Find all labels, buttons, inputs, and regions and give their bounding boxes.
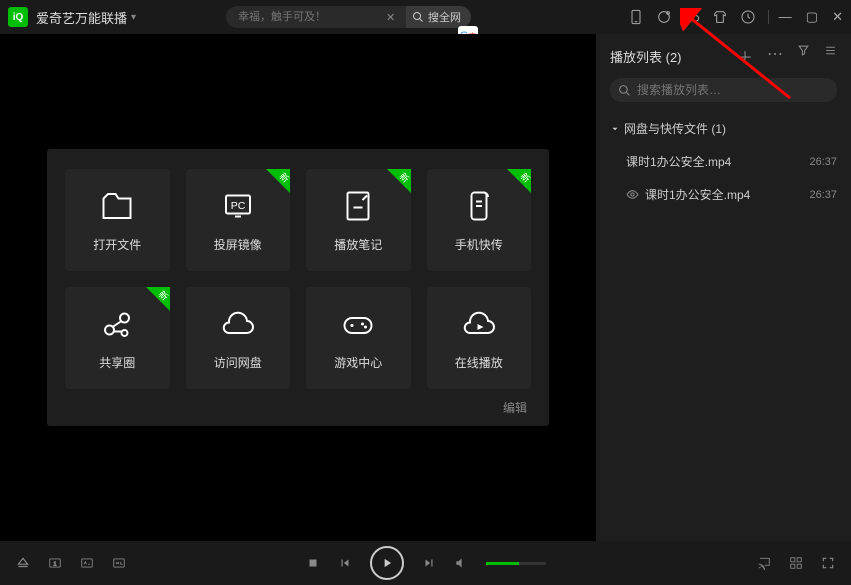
svg-text:1: 1 bbox=[54, 561, 57, 567]
stop-button[interactable] bbox=[306, 556, 320, 570]
play-button[interactable] bbox=[370, 546, 404, 580]
minimize-button[interactable]: ― bbox=[779, 9, 792, 25]
phone-transfer-icon bbox=[461, 188, 497, 224]
sidebar: 播放列表 (2) ＋ ⋯ 网盘与快传文件 (1) 课时1办公安全.mp4 26:3… bbox=[596, 34, 851, 541]
tile-label: 共享圈 bbox=[99, 354, 135, 371]
phone-icon[interactable] bbox=[628, 9, 644, 25]
tile-cloud[interactable]: 访问网盘 bbox=[186, 287, 291, 389]
search-input[interactable] bbox=[226, 6, 406, 28]
search-scope-button[interactable]: 搜全网 bbox=[406, 6, 471, 28]
quality-icon[interactable] bbox=[112, 556, 126, 570]
tile-share-circle[interactable]: 共享圈 bbox=[65, 287, 170, 389]
search-scope-label: 搜全网 bbox=[428, 9, 461, 25]
next-button[interactable] bbox=[422, 556, 436, 570]
cloud-icon bbox=[220, 306, 256, 342]
new-badge bbox=[266, 169, 290, 193]
playlist-item[interactable]: 课时1办公安全.mp4 26:37 bbox=[610, 145, 837, 178]
tile-gamepad[interactable]: 游戏中心 bbox=[306, 287, 411, 389]
subtitle-icon[interactable] bbox=[80, 556, 94, 570]
sidebar-search[interactable] bbox=[610, 78, 837, 102]
close-button[interactable]: ✕ bbox=[832, 9, 843, 25]
cloud-icon[interactable] bbox=[684, 9, 700, 25]
screen-cast-icon: PC bbox=[220, 188, 256, 224]
tile-label: 访问网盘 bbox=[214, 354, 262, 371]
volume-slider[interactable] bbox=[486, 562, 546, 565]
more-icon[interactable]: ⋯ bbox=[767, 44, 783, 68]
app-title: 爱奇艺万能联播 bbox=[36, 8, 127, 27]
tile-label: 投屏镜像 bbox=[214, 236, 262, 253]
tile-screen-cast[interactable]: PC 投屏镜像 bbox=[186, 169, 291, 271]
volume-icon[interactable] bbox=[454, 556, 468, 570]
maximize-button[interactable]: ▢ bbox=[806, 9, 818, 25]
item-name: 课时1办公安全.mp4 bbox=[626, 153, 731, 170]
app-logo: iQ bbox=[8, 7, 28, 27]
fullscreen-icon[interactable] bbox=[821, 556, 835, 570]
tiles-panel: 打开文件 PC 投屏镜像 播放笔记 手机快传共享圈 访问网盘 游戏中心 在线播放 编辑 bbox=[47, 149, 549, 426]
cloud-play-icon bbox=[461, 306, 497, 342]
group-label: 网盘与快传文件 (1) bbox=[624, 120, 726, 137]
playlist-group-header[interactable]: 网盘与快传文件 (1) bbox=[610, 120, 837, 137]
divider bbox=[768, 10, 769, 24]
list-view-icon[interactable] bbox=[824, 44, 837, 68]
edit-button[interactable]: 编辑 bbox=[57, 389, 539, 416]
cast-icon[interactable] bbox=[757, 556, 771, 570]
share-circle-icon bbox=[99, 306, 135, 342]
new-badge bbox=[507, 169, 531, 193]
open-eject-icon[interactable] bbox=[16, 556, 30, 570]
add-button[interactable]: ＋ bbox=[737, 44, 753, 68]
chevron-down-icon[interactable]: ▾ bbox=[131, 12, 136, 23]
tile-label: 在线播放 bbox=[455, 354, 503, 371]
eye-icon bbox=[626, 188, 639, 201]
video-area: 打开文件 PC 投屏镜像 播放笔记 手机快传共享圈 访问网盘 游戏中心 在线播放 编辑 bbox=[0, 34, 596, 541]
playlist-item[interactable]: 课时1办公安全.mp4 26:37 bbox=[610, 178, 837, 211]
tile-label: 播放笔记 bbox=[334, 236, 382, 253]
tile-label: 打开文件 bbox=[93, 236, 141, 253]
clear-icon[interactable]: ✕ bbox=[386, 11, 395, 24]
playlist-title: 播放列表 (2) bbox=[610, 47, 682, 66]
item-duration: 26:37 bbox=[809, 189, 837, 201]
tile-note[interactable]: 播放笔记 bbox=[306, 169, 411, 271]
sidebar-search-input[interactable] bbox=[637, 83, 829, 97]
mode-1-icon[interactable]: 1 bbox=[48, 556, 62, 570]
tile-folder[interactable]: 打开文件 bbox=[65, 169, 170, 271]
tile-phone-transfer[interactable]: 手机快传 bbox=[427, 169, 532, 271]
prev-button[interactable] bbox=[338, 556, 352, 570]
task-icon[interactable] bbox=[656, 9, 672, 25]
chevron-down-icon bbox=[610, 124, 620, 134]
new-badge bbox=[146, 287, 170, 311]
tile-label: 手机快传 bbox=[455, 236, 503, 253]
search-icon bbox=[618, 84, 631, 97]
folder-icon bbox=[99, 188, 135, 224]
svg-text:PC: PC bbox=[230, 200, 245, 212]
gamepad-icon bbox=[340, 306, 376, 342]
note-icon bbox=[340, 188, 376, 224]
new-badge bbox=[387, 169, 411, 193]
tile-label: 游戏中心 bbox=[334, 354, 382, 371]
settings-icon[interactable] bbox=[789, 556, 803, 570]
search-icon bbox=[412, 11, 424, 23]
tile-cloud-play[interactable]: 在线播放 bbox=[427, 287, 532, 389]
history-icon[interactable] bbox=[740, 9, 756, 25]
item-name: 课时1办公安全.mp4 bbox=[645, 186, 750, 203]
item-duration: 26:37 bbox=[809, 156, 837, 168]
filter-icon[interactable] bbox=[797, 44, 810, 68]
skin-icon[interactable] bbox=[712, 9, 728, 25]
